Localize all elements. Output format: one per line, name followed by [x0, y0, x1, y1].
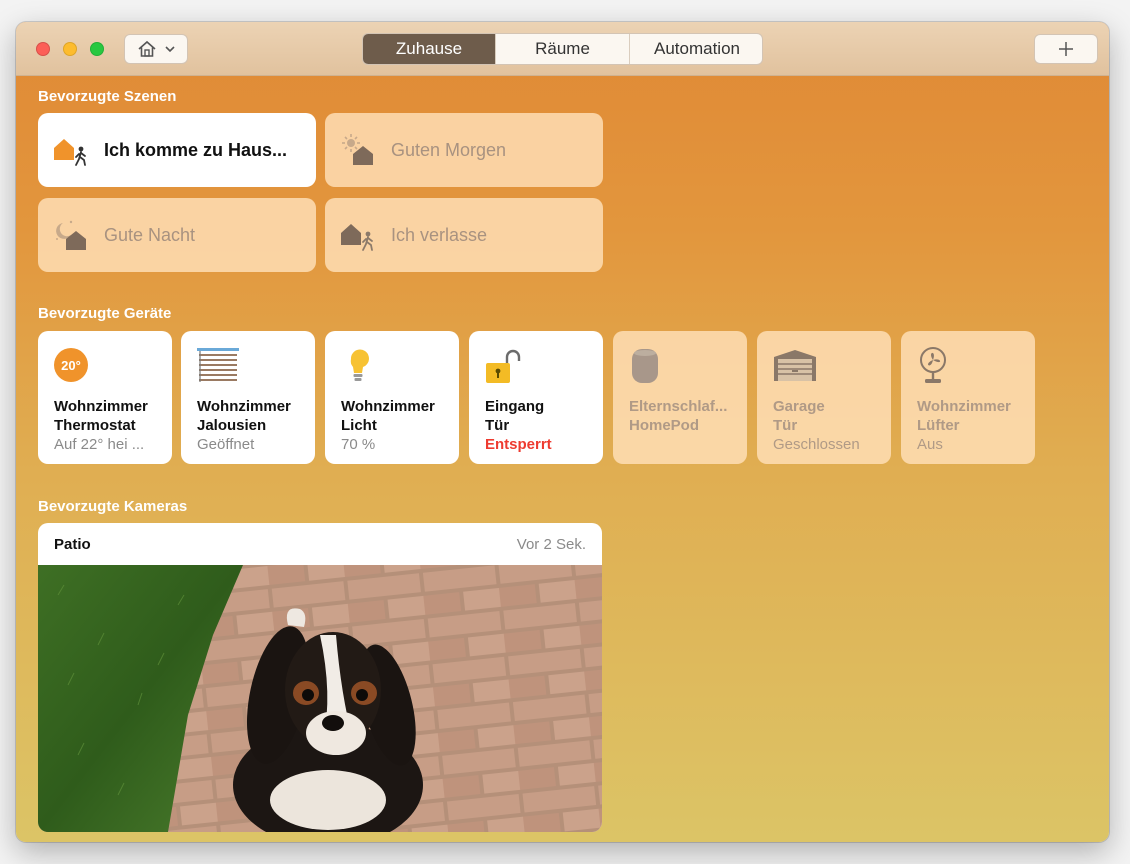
titlebar: Zuhause Räume Automation — [16, 22, 1109, 76]
leave-home-icon — [341, 224, 373, 251]
good-morning-icon — [342, 134, 373, 165]
device-status: Geschlossen — [773, 436, 860, 453]
camera-timestamp: Vor 2 Sek. — [516, 535, 586, 553]
section-title-devices: Bevorzugte Geräte — [38, 305, 172, 322]
scene-good-morning[interactable]: Guten Morgen — [325, 113, 603, 187]
device-name: Tür — [485, 417, 510, 434]
tab-automation[interactable]: Automation — [629, 34, 762, 64]
camera-snapshot[interactable] — [38, 565, 602, 832]
device-name: Lüfter — [917, 417, 960, 434]
scene-arrive-home[interactable]: Ich komme zu Haus... — [38, 113, 316, 187]
scene-good-night[interactable]: Gute Nacht — [38, 198, 316, 272]
device-status: Auf 22° hei ... — [54, 436, 145, 453]
blinds-icon — [197, 348, 239, 382]
device-tile-thermostat[interactable]: 20° Wohnzimmer Thermostat Auf 22° hei ..… — [38, 331, 172, 464]
scene-label: Guten Morgen — [391, 139, 507, 160]
minimize-button[interactable] — [63, 42, 77, 56]
unlocked-icon — [486, 349, 521, 383]
device-room: Elternschlaf... — [629, 398, 728, 415]
device-tile-light[interactable]: Wohnzimmer Licht 70 % — [325, 331, 459, 464]
device-room: Wohnzimmer — [54, 398, 148, 415]
device-tile-garage-door[interactable]: Garage Tür Geschlossen — [757, 331, 891, 464]
section-title-cameras: Bevorzugte Kameras — [38, 498, 188, 515]
device-name: Jalousien — [197, 417, 267, 434]
home-selector-button[interactable] — [124, 34, 188, 64]
device-status: Aus — [917, 436, 943, 453]
device-status: Entsperrt — [485, 436, 552, 453]
thermostat-icon: 20° — [54, 348, 88, 382]
device-name: HomePod — [629, 417, 700, 434]
device-name: Licht — [341, 417, 377, 434]
device-tile-homepod[interactable]: Elternschlaf... HomePod — [613, 331, 747, 464]
device-room: Wohnzimmer — [197, 398, 291, 415]
good-night-icon — [56, 220, 86, 250]
device-tile-front-door[interactable]: Eingang Tür Entsperrt — [469, 331, 603, 464]
camera-name: Patio — [54, 535, 91, 553]
device-room: Wohnzimmer — [917, 398, 1011, 415]
home-app-window: Zuhause Räume Automation Bevorzugte Szen… — [16, 22, 1109, 842]
svg-text:20°: 20° — [61, 358, 81, 373]
device-room: Garage — [773, 398, 825, 415]
camera-tile-patio[interactable]: Patio Vor 2 Sek. — [38, 523, 602, 832]
device-tile-blinds[interactable]: Wohnzimmer Jalousien Geöffnet — [181, 331, 315, 464]
garage-icon — [774, 350, 816, 381]
device-room: Wohnzimmer — [341, 398, 435, 415]
device-room: Eingang — [485, 398, 545, 415]
device-status: 70 % — [341, 436, 376, 453]
homepod-icon — [632, 349, 658, 383]
scene-leave-home[interactable]: Ich verlasse — [325, 198, 603, 272]
fan-icon — [920, 347, 946, 383]
scene-label: Gute Nacht — [104, 224, 196, 245]
arrive-home-icon — [54, 139, 86, 166]
scene-label: Ich verlasse — [391, 224, 488, 245]
section-title-scenes: Bevorzugte Szenen — [38, 88, 177, 105]
add-button[interactable] — [1034, 34, 1098, 64]
device-name: Tür — [773, 417, 798, 434]
zoom-button[interactable] — [90, 42, 104, 56]
lightbulb-icon — [350, 349, 369, 381]
device-tile-fan[interactable]: Wohnzimmer Lüfter Aus — [901, 331, 1035, 464]
camera-header: Patio Vor 2 Sek. — [38, 523, 602, 565]
chevron-down-icon — [165, 46, 175, 53]
plus-icon — [1059, 42, 1073, 56]
house-icon — [138, 40, 156, 57]
tab-raeume[interactable]: Räume — [495, 34, 629, 64]
tab-zuhause[interactable]: Zuhause — [363, 34, 495, 64]
close-button[interactable] — [36, 42, 50, 56]
device-status: Geöffnet — [197, 436, 255, 453]
scene-label: Ich komme zu Haus... — [104, 139, 288, 160]
tab-bar: Zuhause Räume Automation — [362, 33, 763, 65]
device-name: Thermostat — [54, 417, 136, 434]
